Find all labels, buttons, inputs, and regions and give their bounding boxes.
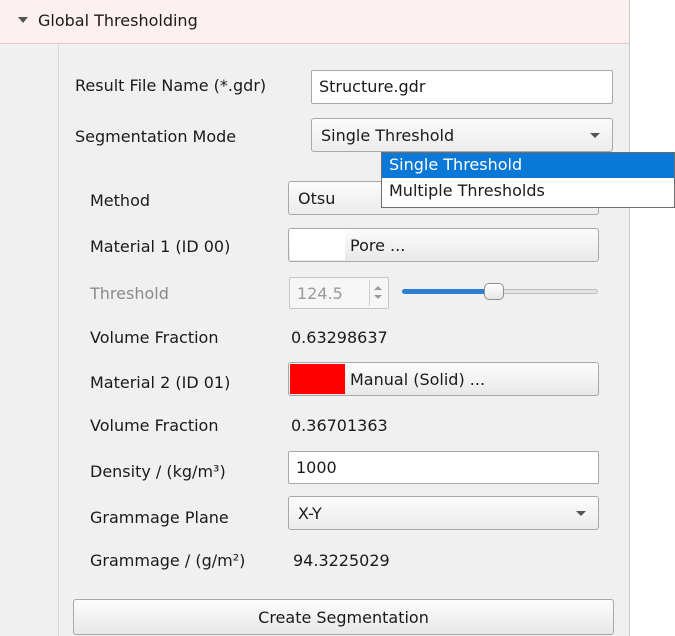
material1-button-label: Pore ... [350, 236, 406, 255]
threshold-label: Threshold [90, 284, 169, 303]
group-divider [58, 44, 59, 636]
volume-fraction2-value: 0.36701363 [291, 416, 388, 435]
result-file-input[interactable]: Structure.gdr [311, 70, 613, 104]
section-header-global-thresholding[interactable]: Global Thresholding [0, 0, 629, 44]
create-segmentation-button[interactable]: Create Segmentation [73, 599, 614, 635]
threshold-spinbox[interactable]: 124.5 [289, 277, 389, 309]
segmentation-mode-value: Single Threshold [321, 126, 455, 145]
density-input[interactable]: 1000 [288, 451, 599, 484]
method-label: Method [90, 191, 151, 210]
segmentation-mode-combo[interactable]: Single Threshold [311, 118, 613, 152]
option-label: Multiple Thresholds [389, 181, 545, 200]
spin-down-icon[interactable] [374, 295, 382, 299]
option-label: Single Threshold [389, 155, 523, 174]
volume-fraction1-label: Volume Fraction [90, 328, 219, 347]
method-value: Otsu [298, 189, 336, 208]
chevron-down-icon [590, 133, 600, 138]
material1-label: Material 1 (ID 00) [90, 237, 231, 256]
grammage-label: Grammage / (g/m²) [90, 551, 246, 570]
threshold-value: 124.5 [297, 284, 343, 303]
material2-button-label: Manual (Solid) ... [350, 370, 486, 389]
segmentation-mode-label: Segmentation Mode [75, 127, 237, 146]
slider-handle[interactable] [484, 283, 505, 300]
material2-color-swatch [290, 364, 345, 394]
chevron-down-icon [576, 511, 586, 516]
threshold-slider[interactable] [398, 281, 600, 303]
density-label: Density / (kg/m³) [90, 462, 226, 481]
result-file-label: Result File Name (*.gdr) [75, 76, 267, 95]
volume-fraction1-value: 0.63298637 [291, 328, 388, 347]
segmentation-mode-dropdown: Single Threshold Multiple Thresholds [381, 152, 675, 208]
slider-fill [402, 289, 493, 294]
create-segmentation-label: Create Segmentation [258, 608, 429, 627]
grammage-plane-value: X-Y [298, 504, 322, 523]
spin-up-icon[interactable] [374, 286, 382, 290]
settings-panel: Global Thresholding Result File Name (*.… [0, 0, 630, 636]
material1-button[interactable]: Pore ... [288, 228, 599, 262]
grammage-plane-label: Grammage Plane [90, 508, 229, 527]
grammage-value: 94.3225029 [293, 551, 390, 570]
section-title: Global Thresholding [38, 11, 198, 30]
material2-button[interactable]: Manual (Solid) ... [288, 362, 599, 396]
material1-color-swatch [290, 230, 345, 260]
grammage-plane-combo[interactable]: X-Y [288, 496, 599, 530]
spin-arrows[interactable] [369, 280, 386, 306]
material2-label: Material 2 (ID 01) [90, 373, 231, 392]
dropdown-option-single-threshold[interactable]: Single Threshold [382, 153, 674, 178]
dropdown-option-multiple-thresholds[interactable]: Multiple Thresholds [382, 179, 674, 204]
volume-fraction2-label: Volume Fraction [90, 416, 219, 435]
collapse-arrow-icon[interactable] [18, 17, 28, 23]
